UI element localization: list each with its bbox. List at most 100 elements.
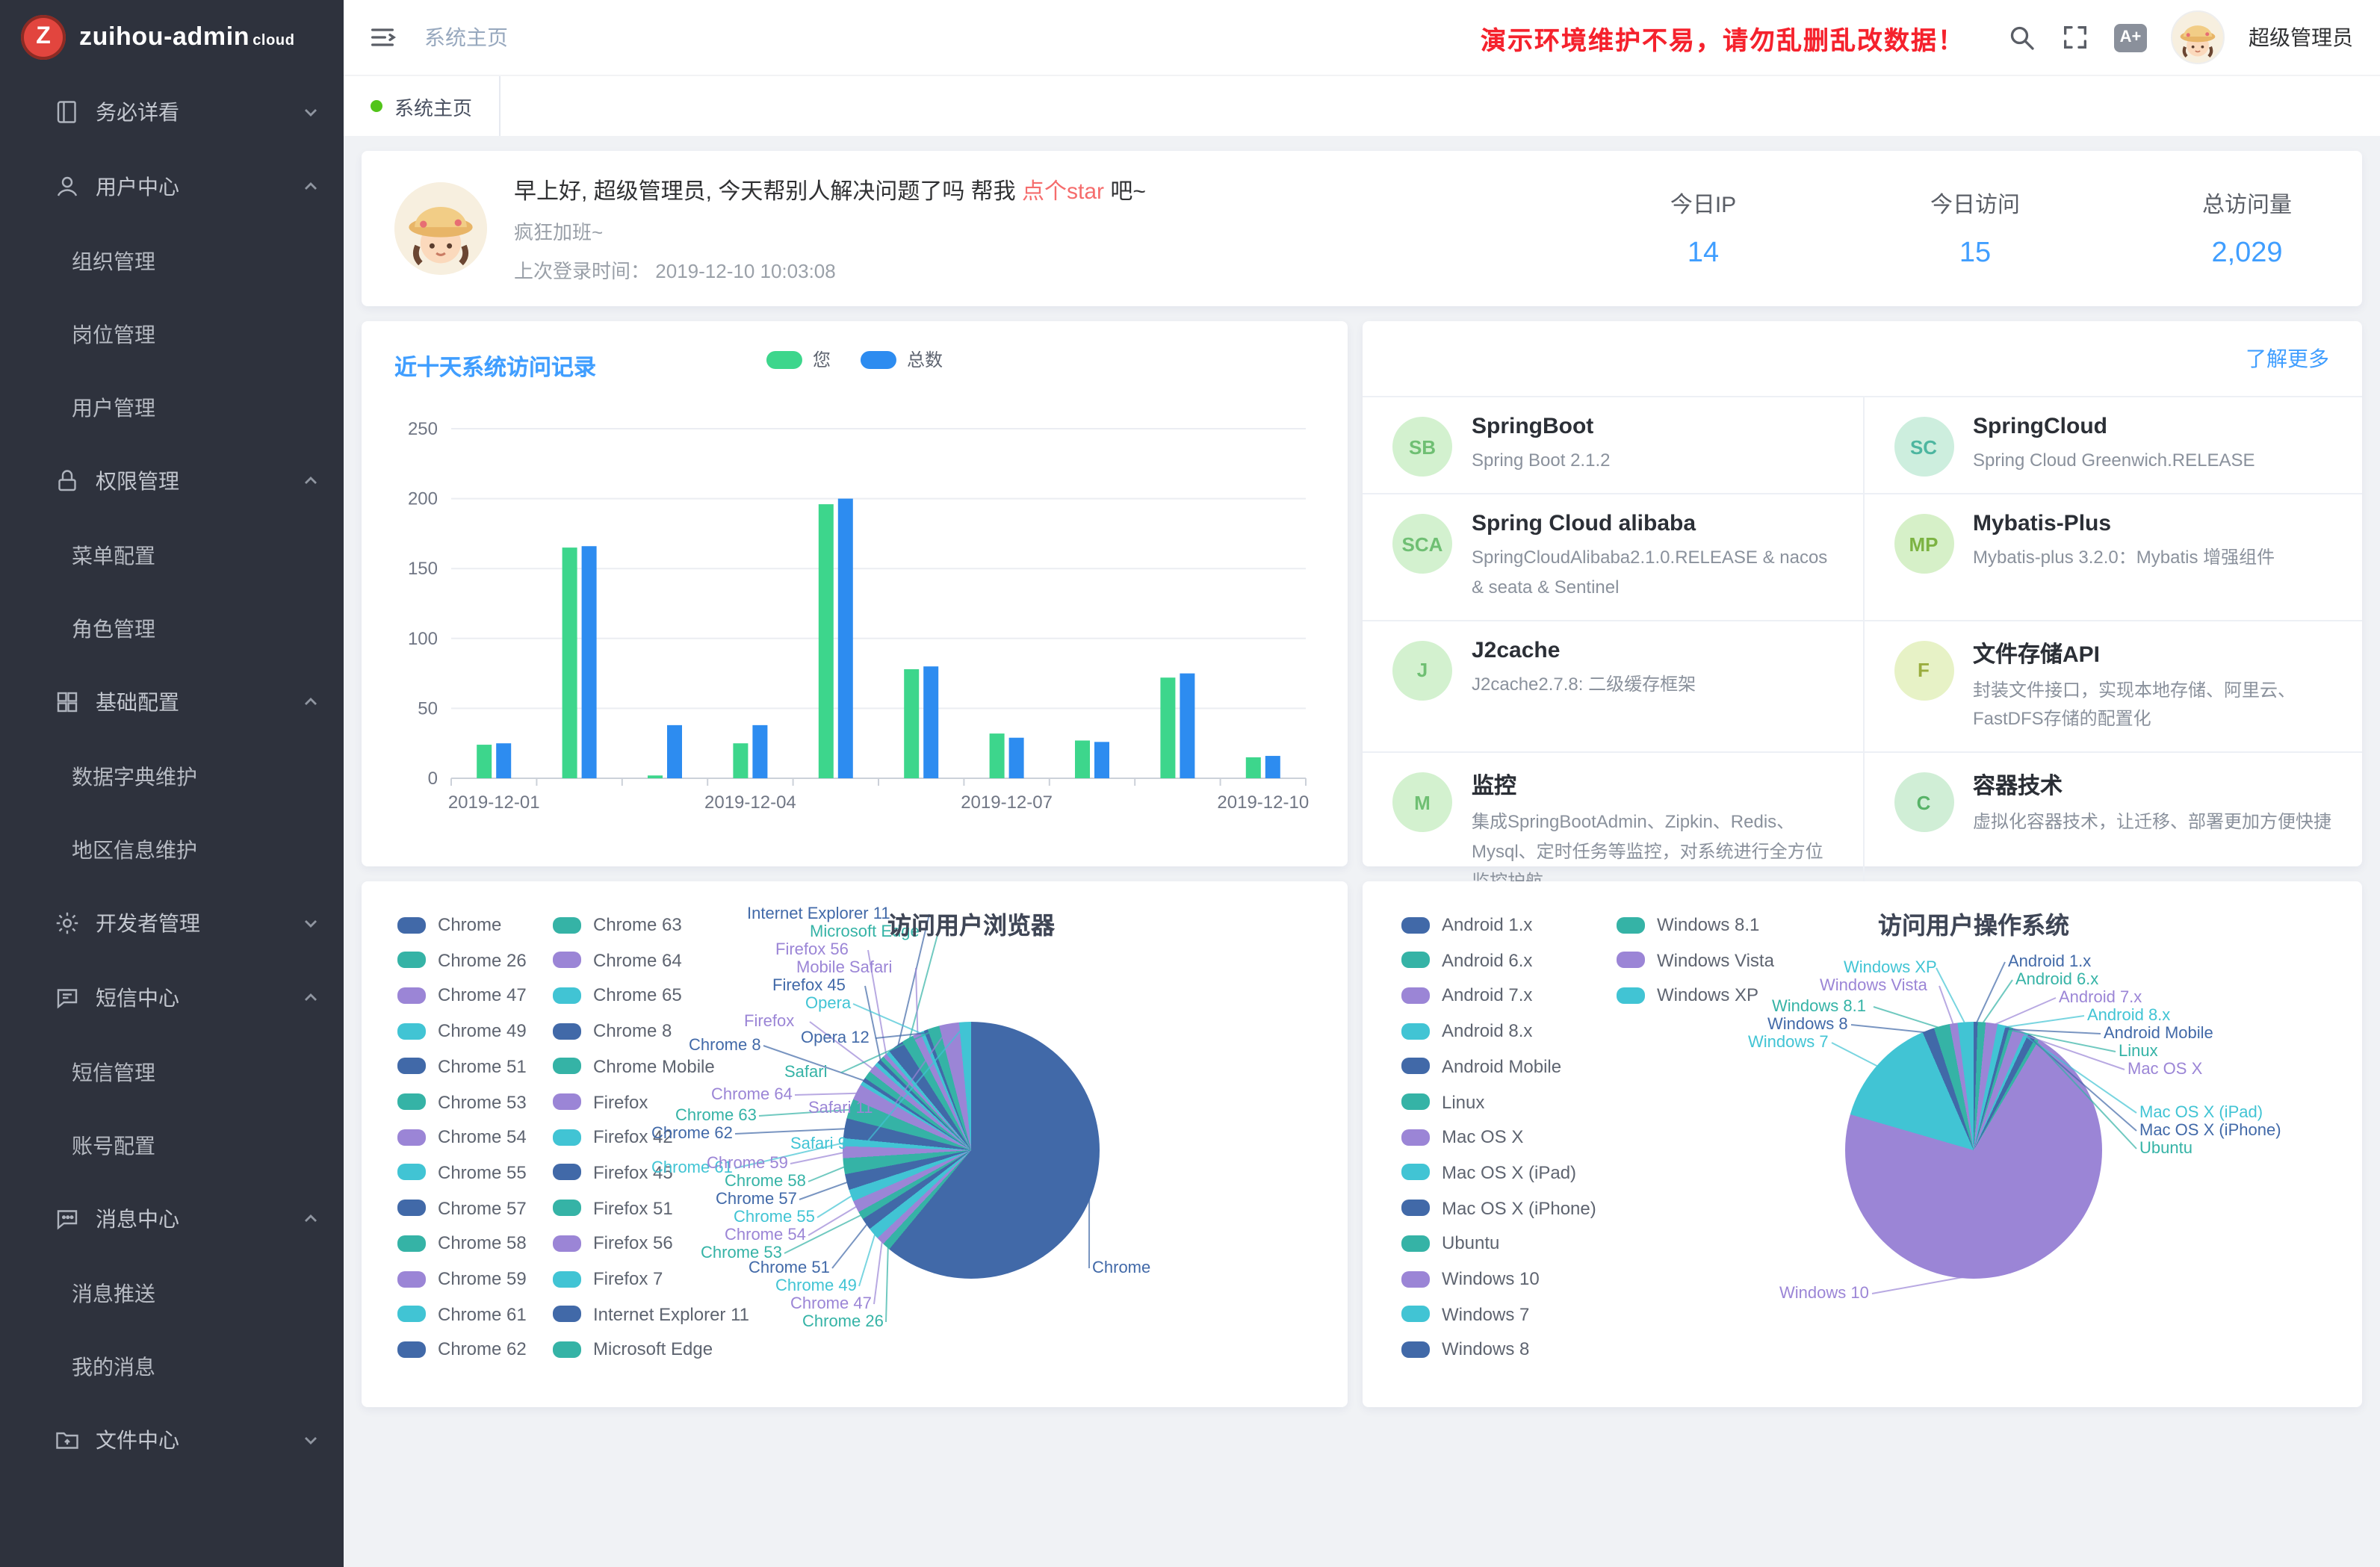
tech-badge-icon: SCA (1392, 514, 1452, 574)
legend-item[interactable]: Firefox (553, 1091, 648, 1112)
legend-item[interactable]: Mac OS X (iPhone) (1401, 1197, 1596, 1218)
legend-item[interactable]: Mac OS X (iPad) (1401, 1162, 1576, 1183)
legend-item[interactable]: Chrome 26 (397, 949, 527, 970)
legend-swatch (397, 1235, 426, 1252)
legend-swatch (1401, 1058, 1430, 1075)
sidebar-item-user-center[interactable]: 用户中心 (0, 149, 344, 224)
tab-home[interactable]: 系统主页 (344, 76, 501, 136)
sidebar-subitem[interactable]: 地区信息维护 (0, 813, 344, 886)
legend-item[interactable]: Chrome 61 (397, 1303, 527, 1324)
legend-item[interactable]: Windows 8 (1401, 1339, 1529, 1360)
legend-item[interactable]: Ubuntu (1401, 1233, 1499, 1254)
legend-item[interactable]: Firefox 51 (553, 1197, 673, 1218)
legend-item[interactable]: Android 6.x (1401, 949, 1532, 970)
svg-text:50: 50 (418, 698, 438, 719)
legend-item[interactable]: Windows Vista (1617, 949, 1774, 970)
pie-callout-label: Internet Explorer 11 (747, 905, 890, 923)
sidebar-item-must-read[interactable]: 务必详看 (0, 75, 344, 149)
legend-item[interactable]: Chrome 57 (397, 1197, 527, 1218)
tech-grid: SBSpringBootSpring Boot 2.1.2SCSpringClo… (1363, 396, 2362, 913)
user-avatar[interactable] (2171, 10, 2225, 64)
legend-item[interactable]: Chrome 53 (397, 1091, 527, 1112)
sidebar-subitem[interactable]: 岗位管理 (0, 297, 344, 370)
browser-pie-card: 访问用户浏览器 ChromeChrome 26Chrome 47Chrome 4… (362, 881, 1348, 1407)
username[interactable]: 超级管理员 (2249, 22, 2353, 52)
greeting-subtitle: 疯狂加班~ (514, 216, 1146, 244)
legend-item[interactable]: Android 8.x (1401, 1020, 1532, 1041)
legend-label: Chrome 26 (438, 949, 527, 970)
sidebar-subitem[interactable]: 用户管理 (0, 370, 344, 444)
sidebar-subitem[interactable]: 菜单配置 (0, 518, 344, 592)
star-link[interactable]: 点个star (1022, 179, 1104, 204)
fullscreen-icon[interactable] (2060, 22, 2090, 52)
legend-item[interactable]: Firefox 7 (553, 1268, 663, 1289)
legend-item[interactable]: Chrome 49 (397, 1020, 527, 1041)
sidebar-subitem[interactable]: 我的消息 (0, 1329, 344, 1403)
sidebar-item-base-config[interactable]: 基础配置 (0, 665, 344, 739)
legend-item[interactable]: Chrome 58 (397, 1233, 527, 1254)
pie-callout-label: Windows 8 (1767, 1016, 1848, 1034)
sidebar-subitem[interactable]: 数据字典维护 (0, 739, 344, 813)
sidebar-subitem[interactable]: 账号配置 (0, 1108, 344, 1182)
sidebar-item-developer[interactable]: 开发者管理 (0, 886, 344, 961)
bar-legend-item[interactable]: 总数 (861, 347, 943, 372)
legend-item[interactable]: Chrome Mobile (553, 1056, 715, 1077)
sidebar-item-message-center[interactable]: 消息中心 (0, 1182, 344, 1256)
legend-item[interactable]: Chrome 55 (397, 1162, 527, 1183)
app-root: Z zuihou-admincloud 务必详看用户中心组织管理岗位管理用户管理… (0, 0, 2380, 1567)
learn-more-link[interactable]: 了解更多 (2246, 344, 2329, 373)
sidebar-subitem[interactable]: 角色管理 (0, 592, 344, 665)
legend-swatch (1617, 987, 1645, 1004)
legend-item[interactable]: Windows 8.1 (1617, 914, 1759, 935)
legend-item[interactable]: Windows 10 (1401, 1268, 1540, 1289)
legend-item[interactable]: Firefox 56 (553, 1233, 673, 1254)
legend-label: Windows Vista (1657, 949, 1774, 970)
sidebar-item-file-center[interactable]: 文件中心 (0, 1403, 344, 1477)
legend-item[interactable]: Chrome 47 (397, 985, 527, 1006)
legend-item[interactable]: Mac OS X (1401, 1126, 1523, 1147)
legend-label: Chrome 64 (593, 949, 682, 970)
legend-item[interactable]: Chrome 8 (553, 1020, 672, 1041)
legend-item[interactable]: Chrome 65 (553, 985, 682, 1006)
bar-legend-item[interactable]: 您 (766, 347, 831, 372)
font-size-icon[interactable]: A+ (2114, 23, 2147, 52)
stat-2: 总访问量2,029 (2201, 187, 2293, 270)
sidebar-item-sms-center[interactable]: 短信中心 (0, 961, 344, 1035)
sidebar-item-permission[interactable]: 权限管理 (0, 444, 344, 518)
sidebar-subitem[interactable]: 短信管理 (0, 1035, 344, 1108)
message-icon (54, 1205, 81, 1232)
legend-item[interactable]: Windows XP (1617, 985, 1758, 1006)
legend-item[interactable]: Microsoft Edge (553, 1339, 713, 1360)
pie-callout-label: Linux (2119, 1043, 2158, 1061)
legend-label: Chrome 61 (438, 1303, 527, 1324)
middle-row: 近十天系统访问记录 您总数 0501001502002502019-12-012… (362, 321, 2362, 866)
legend-item[interactable]: Chrome 51 (397, 1056, 527, 1077)
legend-item[interactable]: Internet Explorer 11 (553, 1303, 749, 1324)
sidebar-subitem[interactable]: 消息推送 (0, 1256, 344, 1329)
legend-item[interactable]: Android Mobile (1401, 1056, 1561, 1077)
legend-item[interactable]: Android 7.x (1401, 985, 1532, 1006)
legend-item[interactable]: Chrome 59 (397, 1268, 527, 1289)
legend-swatch (1401, 1306, 1430, 1322)
legend-swatch (397, 1093, 426, 1110)
pie-callout-label: Chrome 26 (802, 1313, 884, 1331)
pie-callout-label: Mac OS X (iPad) (2139, 1104, 2263, 1122)
legend-label: Mac OS X (iPad) (1442, 1162, 1576, 1183)
search-icon[interactable] (2006, 22, 2036, 52)
sidebar-collapse-button[interactable] (368, 22, 397, 52)
sidebar-subitem[interactable]: 组织管理 (0, 224, 344, 297)
pie-callout-label: Windows 10 (1779, 1285, 1869, 1303)
legend-label: Firefox 7 (593, 1268, 663, 1289)
legend-item[interactable]: Chrome 64 (553, 949, 682, 970)
legend-item[interactable]: Chrome (397, 914, 501, 935)
legend-item[interactable]: Chrome 62 (397, 1339, 527, 1360)
tech-item-desc: Spring Cloud Greenwich.RELEASE (1973, 447, 2255, 477)
legend-item[interactable]: Android 1.x (1401, 914, 1532, 935)
legend-item[interactable]: Windows 7 (1401, 1303, 1529, 1324)
legend-swatch (553, 1058, 581, 1075)
legend-item[interactable]: Linux (1401, 1091, 1484, 1112)
legend-item[interactable]: Chrome 63 (553, 914, 682, 935)
legend-item[interactable]: Chrome 54 (397, 1126, 527, 1147)
bottom-row: 访问用户浏览器 ChromeChrome 26Chrome 47Chrome 4… (362, 881, 2362, 1407)
legend-swatch (553, 1235, 581, 1252)
